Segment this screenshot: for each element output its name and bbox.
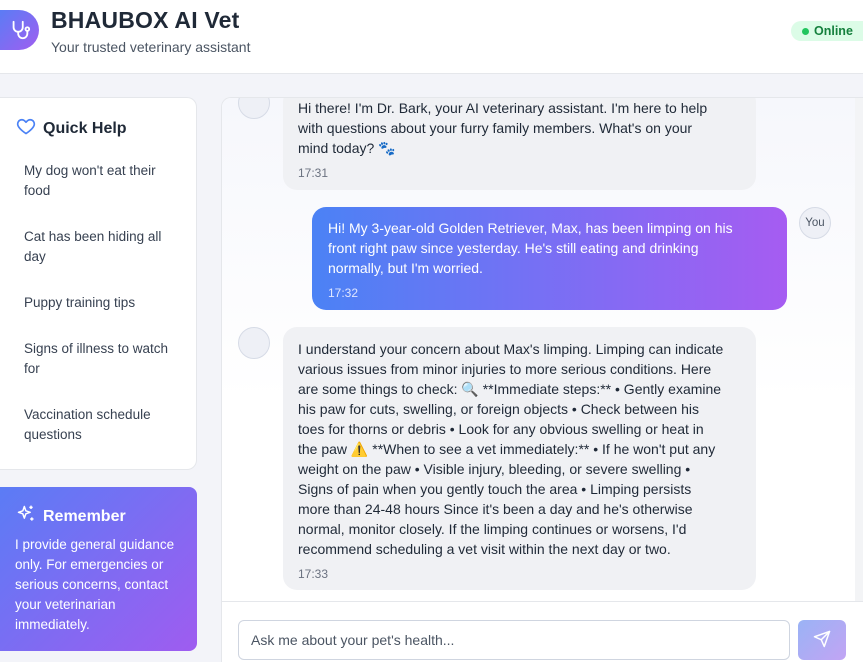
sparkles-icon [16, 504, 36, 529]
message-time: 17:33 [298, 567, 329, 581]
scrollbar[interactable] [855, 98, 863, 601]
remember-text: I provide general guidance only. For eme… [15, 537, 175, 632]
quick-help-item[interactable]: Cat has been hiding all day [24, 227, 184, 267]
message-line: toes for thorns or debris • Look for any… [298, 421, 704, 437]
message-line: Hi there! I'm Dr. Bark, your AI veterina… [298, 100, 708, 116]
message-line: weight on the paw • Visible injury, blee… [298, 461, 691, 477]
message-line: Hi! My 3-year-old Golden Retriever, Max,… [328, 220, 733, 236]
message-line: Signs of pain when you gently touch the … [298, 481, 692, 497]
message-line: front right paw since yesterday. He's st… [328, 240, 699, 256]
send-button[interactable] [798, 620, 846, 660]
chat-panel: Hi there! I'm Dr. Bark, your AI veterina… [221, 97, 863, 662]
app-header: BHAUBOX AI Vet Your trusted veterinary a… [0, 0, 863, 74]
bot-message: I understand your concern about Max's li… [283, 327, 756, 590]
bot-avatar [238, 327, 270, 359]
bot-message: Hi there! I'm Dr. Bark, your AI veterina… [283, 98, 756, 190]
heart-icon [16, 116, 36, 141]
app-title: BHAUBOX AI Vet [51, 7, 240, 33]
quick-help-item[interactable]: Vaccination schedule questions [24, 405, 184, 445]
app-subtitle: Your trusted veterinary assistant [51, 39, 251, 55]
message-time: 17:32 [328, 286, 359, 300]
quick-help-item[interactable]: Signs of illness to watch for [24, 339, 184, 379]
message-line: normally, but I'm worried. [328, 260, 483, 276]
remember-header: Remember [16, 504, 126, 529]
message-line: normal, monitor closely. If the limping … [298, 521, 687, 537]
message-line: I understand your concern about Max's li… [298, 341, 724, 357]
online-dot-icon [802, 27, 809, 35]
message-line: are some things to check: 🔍 **Immediate … [298, 381, 722, 397]
message-line: his paw for cuts, swelling, or foreign o… [298, 401, 699, 417]
status-badge: Online [791, 21, 863, 41]
user-message: Hi! My 3-year-old Golden Retriever, Max,… [312, 207, 787, 310]
quick-help-header: Quick Help [16, 116, 127, 141]
message-line: various issues from minor injuries to mo… [298, 361, 712, 377]
bot-avatar [238, 98, 270, 119]
message-line: the paw ⚠️ **When to see a vet immediate… [298, 441, 716, 457]
user-avatar: You [799, 207, 831, 239]
message-line: mind today? 🐾 [298, 140, 396, 156]
message-time: 17:31 [298, 166, 329, 180]
stethoscope-icon [0, 10, 39, 50]
message-list[interactable]: Hi there! I'm Dr. Bark, your AI veterina… [222, 98, 863, 601]
status-label: Online [814, 24, 853, 38]
remember-title: Remember [43, 507, 126, 525]
message-line: recommend scheduling a vet visit within … [298, 541, 671, 557]
send-icon [813, 630, 831, 651]
quick-help-panel: Quick Help My dog won't eat their food C… [0, 97, 197, 470]
quick-help-item[interactable]: My dog won't eat their food [24, 161, 184, 201]
message-input[interactable] [238, 620, 790, 660]
input-bar [222, 601, 863, 662]
remember-card: Remember I provide general guidance only… [0, 487, 197, 651]
quick-help-title: Quick Help [43, 119, 127, 137]
message-line: more than 24-48 hours Since it's been a … [298, 501, 693, 517]
quick-help-item[interactable]: Puppy training tips [24, 293, 184, 313]
message-line: with questions about your furry family m… [298, 120, 693, 136]
